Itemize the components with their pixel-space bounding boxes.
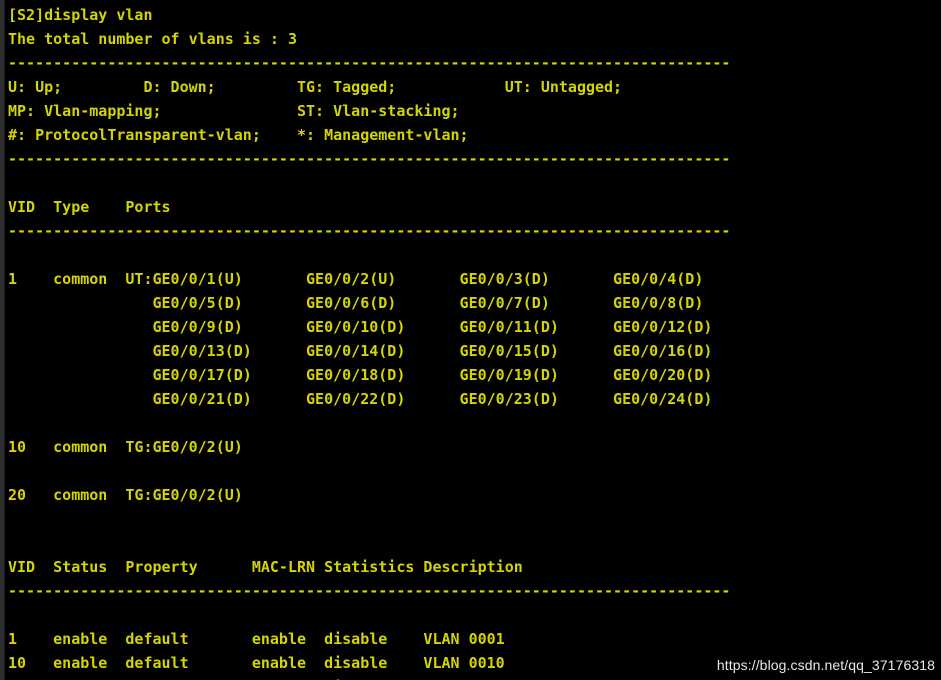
legend-line-protocol: #: ProtocolTransparent-vlan; *: Manageme…: [8, 126, 469, 144]
watermark-url: https://blog.csdn.net/qq_37176318: [716, 657, 935, 673]
command-prompt-line: [S2]display vlan: [8, 6, 153, 24]
separator-line-legend: ----------------------------------------…: [8, 150, 731, 168]
status-table-header: VID Status Property MAC-LRN Statistics D…: [8, 558, 523, 576]
table-row: GE0/0/13(D) GE0/0/14(D) GE0/0/15(D) GE0/…: [8, 342, 713, 360]
terminal-output: [S2]display vlan The total number of vla…: [0, 0, 941, 680]
table-row: GE0/0/5(D) GE0/0/6(D) GE0/0/7(D) GE0/0/8…: [8, 294, 704, 312]
separator-line-ports-header: ----------------------------------------…: [8, 222, 731, 240]
table-row: GE0/0/17(D) GE0/0/18(D) GE0/0/19(D) GE0/…: [8, 366, 713, 384]
legend-line-up-down: U: Up; D: Down; TG: Tagged; UT: Untagged…: [8, 78, 623, 96]
table-row: GE0/0/21(D) GE0/0/22(D) GE0/0/23(D) GE0/…: [8, 390, 713, 408]
table-row: GE0/0/9(D) GE0/0/10(D) GE0/0/11(D) GE0/0…: [8, 318, 713, 336]
separator-line-status-header: ----------------------------------------…: [8, 582, 731, 600]
table-row: 20 enable default enable disable VLAN 00…: [0, 675, 941, 680]
table-row-vlan-20: 20 common TG:GE0/0/2(U): [8, 486, 243, 504]
terminal-left-gutter: [0, 0, 5, 680]
ports-table-header: VID Type Ports: [8, 198, 171, 216]
table-row: 1 common UT:GE0/0/1(U) GE0/0/2(U) GE0/0/…: [8, 270, 704, 288]
table-row: 1 enable default enable disable VLAN 000…: [8, 630, 505, 648]
table-row-vlan-10: 10 common TG:GE0/0/2(U): [8, 438, 243, 456]
total-vlans-line: The total number of vlans is : 3: [8, 30, 297, 48]
separator-line-top: ----------------------------------------…: [8, 54, 731, 72]
terminal-window[interactable]: [S2]display vlan The total number of vla…: [0, 0, 941, 680]
legend-line-mapping: MP: Vlan-mapping; ST: Vlan-stacking;: [8, 102, 460, 120]
